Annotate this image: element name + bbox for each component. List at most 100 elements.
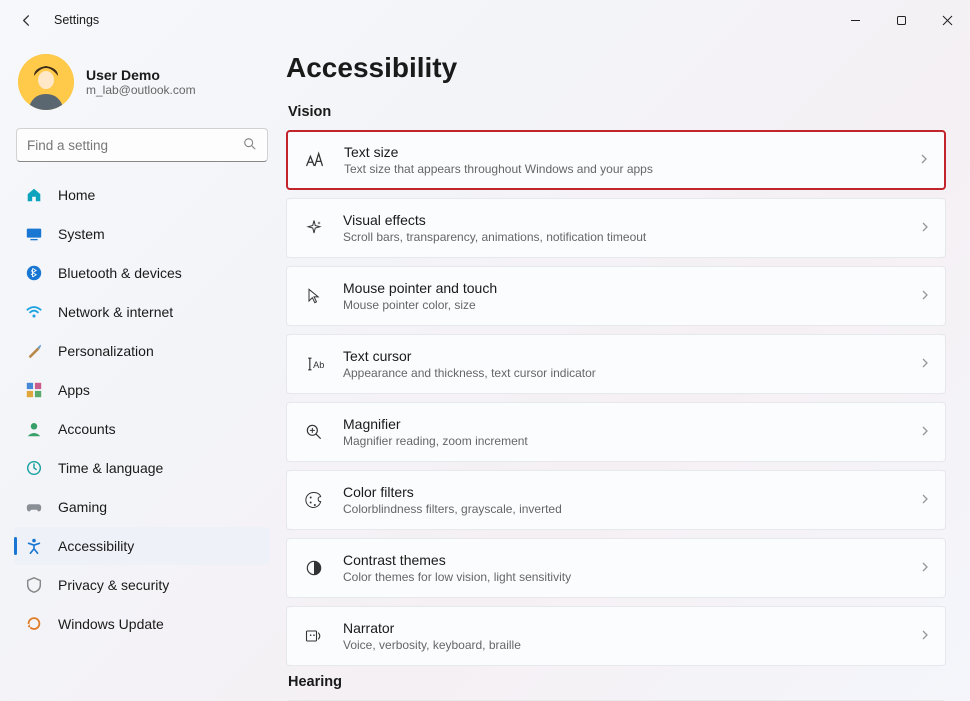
back-button[interactable] [12,6,40,34]
home-icon [24,185,44,205]
magnifier-icon [301,422,327,442]
bluetooth-icon [24,263,44,283]
cursor-icon [301,286,327,306]
nav-privacy[interactable]: Privacy & security [14,566,270,604]
title-bar: Settings [0,0,970,40]
card-title: Magnifier [343,416,903,432]
chevron-right-icon [919,628,931,644]
card-magnifier[interactable]: Magnifier Magnifier reading, zoom increm… [286,402,946,462]
chevron-right-icon [919,220,931,236]
shield-icon [24,575,44,595]
nav-label: Privacy & security [58,577,169,593]
nav-label: Personalization [58,343,154,359]
clock-globe-icon [24,458,44,478]
nav-label: Windows Update [58,616,164,632]
card-desc: Mouse pointer color, size [343,298,903,312]
main-content[interactable]: Accessibility Vision Text size Text size… [278,40,970,701]
minimize-icon [850,15,861,26]
nav-bluetooth[interactable]: Bluetooth & devices [14,254,270,292]
card-mouse-pointer[interactable]: Mouse pointer and touch Mouse pointer co… [286,266,946,326]
chevron-right-icon [919,424,931,440]
person-icon [24,419,44,439]
card-desc: Colorblindness filters, grayscale, inver… [343,502,903,516]
close-button[interactable] [924,5,970,35]
nav-label: System [58,226,105,242]
nav-list: Home System Bluetooth & devices Network … [14,176,270,643]
nav-label: Apps [58,382,90,398]
nav-home[interactable]: Home [14,176,270,214]
group-hearing-label: Hearing [288,674,946,690]
card-title: Text cursor [343,348,903,364]
narrator-icon [301,626,327,646]
nav-personalization[interactable]: Personalization [14,332,270,370]
svg-text:Ab: Ab [313,360,324,370]
card-desc: Voice, verbosity, keyboard, braille [343,638,903,652]
update-icon [24,614,44,634]
profile-name: User Demo [86,67,196,83]
close-icon [942,15,953,26]
profile-email: m_lab@outlook.com [86,83,196,97]
page-title: Accessibility [286,52,946,84]
nav-label: Accounts [58,421,116,437]
card-title: Text size [344,144,902,160]
card-title: Narrator [343,620,903,636]
nav-label: Home [58,187,95,203]
apps-icon [24,380,44,400]
card-visual-effects[interactable]: Visual effects Scroll bars, transparency… [286,198,946,258]
card-title: Mouse pointer and touch [343,280,903,296]
nav-update[interactable]: Windows Update [14,605,270,643]
wifi-icon [24,302,44,322]
nav-label: Gaming [58,499,107,515]
chevron-right-icon [919,356,931,372]
minimize-button[interactable] [832,5,878,35]
maximize-icon [896,15,907,26]
card-title: Color filters [343,484,903,500]
contrast-icon [301,558,327,578]
card-desc: Appearance and thickness, text cursor in… [343,366,903,380]
back-arrow-icon [19,13,34,28]
nav-accounts[interactable]: Accounts [14,410,270,448]
search-input[interactable] [27,138,243,153]
gamepad-icon [24,497,44,517]
chevron-right-icon [919,288,931,304]
nav-label: Bluetooth & devices [58,265,182,281]
window-title: Settings [54,13,99,27]
system-icon [24,224,44,244]
nav-accessibility[interactable]: Accessibility [14,527,270,565]
card-text-cursor[interactable]: Ab Text cursor Appearance and thickness,… [286,334,946,394]
palette-icon [301,490,327,510]
nav-apps[interactable]: Apps [14,371,270,409]
card-desc: Text size that appears throughout Window… [344,162,902,176]
chevron-right-icon [919,560,931,576]
nav-system[interactable]: System [14,215,270,253]
nav-time[interactable]: Time & language [14,449,270,487]
card-text-size[interactable]: Text size Text size that appears through… [286,130,946,190]
window-controls [832,5,970,35]
text-cursor-icon: Ab [301,354,327,374]
sparkle-icon [301,218,327,238]
accessibility-icon [24,536,44,556]
nav-label: Network & internet [58,304,173,320]
nav-gaming[interactable]: Gaming [14,488,270,526]
chevron-right-icon [919,492,931,508]
chevron-right-icon [918,152,930,168]
card-narrator[interactable]: Narrator Voice, verbosity, keyboard, bra… [286,606,946,666]
search-box[interactable] [16,128,268,162]
card-desc: Color themes for low vision, light sensi… [343,570,903,584]
card-title: Visual effects [343,212,903,228]
nav-network[interactable]: Network & internet [14,293,270,331]
card-contrast-themes[interactable]: Contrast themes Color themes for low vis… [286,538,946,598]
profile-text: User Demo m_lab@outlook.com [86,67,196,97]
group-vision-label: Vision [288,104,946,120]
sidebar: User Demo m_lab@outlook.com Home System … [0,40,278,701]
paintbrush-icon [24,341,44,361]
avatar [18,54,74,110]
text-size-icon [302,149,328,171]
card-desc: Magnifier reading, zoom increment [343,434,903,448]
card-color-filters[interactable]: Color filters Colorblindness filters, gr… [286,470,946,530]
search-icon [243,137,257,154]
maximize-button[interactable] [878,5,924,35]
nav-label: Time & language [58,460,163,476]
nav-label: Accessibility [58,538,134,554]
account-profile[interactable]: User Demo m_lab@outlook.com [14,48,270,126]
